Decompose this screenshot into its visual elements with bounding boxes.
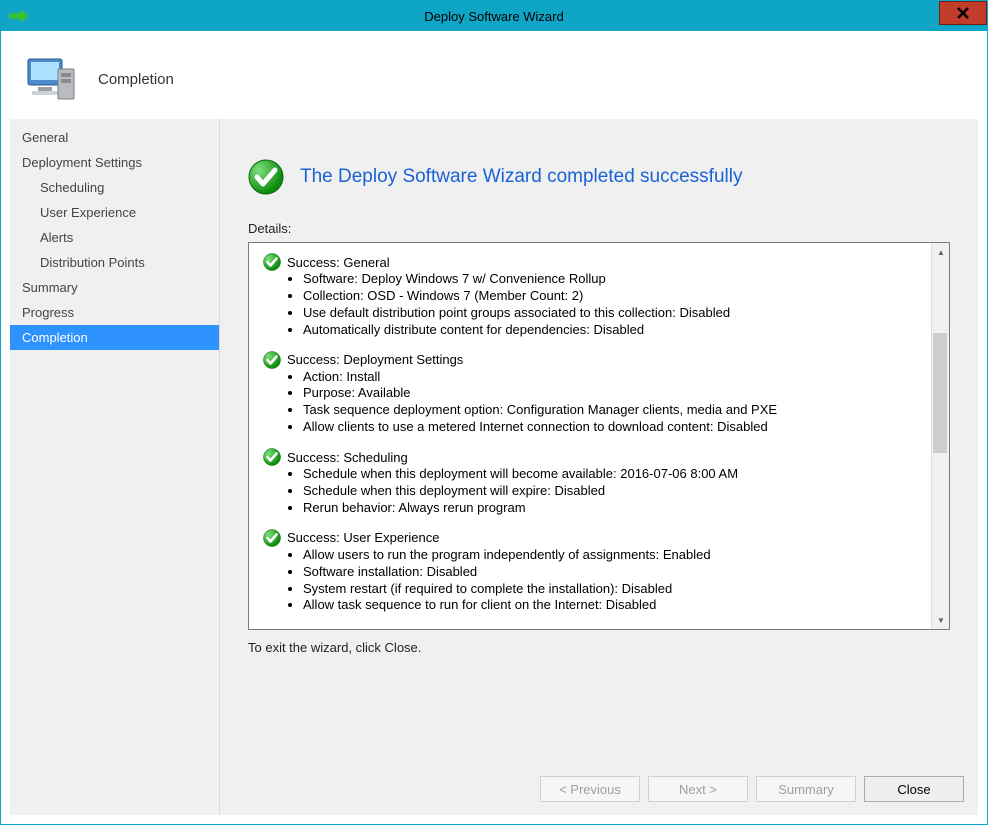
- completion-banner: The Deploy Software Wizard completed suc…: [248, 159, 950, 195]
- sidebar-item-completion[interactable]: Completion: [10, 325, 219, 350]
- wizard-footer: < Previous Next > Summary Close: [220, 763, 978, 815]
- sidebar-item-progress[interactable]: Progress: [10, 300, 219, 325]
- section-bullets: Software: Deploy Windows 7 w/ Convenienc…: [263, 271, 935, 339]
- exit-instruction: To exit the wizard, click Close.: [248, 640, 950, 655]
- window-title: Deploy Software Wizard: [424, 9, 563, 24]
- scrollbar-thumb[interactable]: [933, 333, 947, 453]
- details-section: Success: SchedulingSchedule when this de…: [263, 448, 935, 517]
- section-title: Success: User Experience: [287, 530, 439, 545]
- section-bullets: Allow users to run the program independe…: [263, 547, 935, 615]
- section-bullet: Allow task sequence to run for client on…: [303, 597, 935, 614]
- section-bullet: Software: Deploy Windows 7 w/ Convenienc…: [303, 271, 935, 288]
- wizard-header: Completion: [10, 39, 978, 119]
- titlebar: Deploy Software Wizard: [1, 1, 987, 31]
- section-bullet: System restart (if required to complete …: [303, 581, 935, 598]
- computer-icon: [26, 51, 82, 107]
- details-box: Success: GeneralSoftware: Deploy Windows…: [248, 242, 950, 630]
- section-bullet: Rerun behavior: Always rerun program: [303, 500, 935, 517]
- section-bullet: Software installation: Disabled: [303, 564, 935, 581]
- scrollbar[interactable]: ▲ ▼: [931, 243, 949, 629]
- sidebar-item-user-experience[interactable]: User Experience: [10, 200, 219, 225]
- details-section: Success: Deployment Settings Action: Inst…: [263, 351, 935, 437]
- section-bullet: Schedule when this deployment will expir…: [303, 483, 935, 500]
- section-bullet: Allow clients to use a metered Internet …: [303, 419, 935, 436]
- section-bullet: Allow users to run the program independe…: [303, 547, 935, 564]
- completion-message: The Deploy Software Wizard completed suc…: [300, 166, 742, 188]
- section-bullet: Collection: OSD - Windows 7 (Member Coun…: [303, 288, 935, 305]
- section-bullets: Schedule when this deployment will becom…: [263, 466, 935, 517]
- wizard-main-panel: The Deploy Software Wizard completed suc…: [220, 119, 978, 815]
- sidebar-item-alerts[interactable]: Alerts: [10, 225, 219, 250]
- success-check-icon: [263, 448, 281, 466]
- section-bullet: Schedule when this deployment will becom…: [303, 466, 935, 483]
- window-content: Completion GeneralDeployment SettingsSch…: [2, 31, 986, 823]
- section-title: Success: Scheduling: [287, 450, 408, 465]
- scroll-down-button[interactable]: ▼: [932, 611, 950, 629]
- section-bullet: Purpose: Available: [303, 385, 935, 402]
- close-button[interactable]: Close: [864, 776, 964, 802]
- success-check-icon: [248, 159, 284, 195]
- success-check-icon: [263, 529, 281, 547]
- scroll-up-button[interactable]: ▲: [932, 243, 950, 261]
- back-nav-icon[interactable]: [7, 4, 31, 28]
- wizard-steps-sidebar: GeneralDeployment SettingsSchedulingUser…: [10, 119, 220, 815]
- sidebar-item-deployment-settings[interactable]: Deployment Settings: [10, 150, 219, 175]
- success-check-icon: [263, 351, 281, 369]
- sidebar-item-general[interactable]: General: [10, 125, 219, 150]
- close-window-button[interactable]: [939, 1, 987, 25]
- sidebar-item-distribution-points[interactable]: Distribution Points: [10, 250, 219, 275]
- wizard-window: Deploy Software Wizard Co: [0, 0, 988, 825]
- details-section: Success: User Experience Allow users to r…: [263, 529, 935, 615]
- details-label: Details:: [248, 221, 950, 236]
- section-bullet: Action: Install: [303, 369, 935, 386]
- section-bullets: Action: InstallPurpose: AvailableTask se…: [263, 369, 935, 437]
- sidebar-item-scheduling[interactable]: Scheduling: [10, 175, 219, 200]
- next-button[interactable]: Next >: [648, 776, 748, 802]
- summary-button[interactable]: Summary: [756, 776, 856, 802]
- section-bullet: Task sequence deployment option: Configu…: [303, 402, 935, 419]
- section-bullet: Use default distribution point groups as…: [303, 305, 935, 322]
- section-title: Success: General: [287, 255, 390, 270]
- previous-button[interactable]: < Previous: [540, 776, 640, 802]
- section-title: Success: Deployment Settings: [287, 352, 463, 367]
- sidebar-item-summary[interactable]: Summary: [10, 275, 219, 300]
- section-bullet: Automatically distribute content for dep…: [303, 322, 935, 339]
- success-check-icon: [263, 253, 281, 271]
- details-section: Success: GeneralSoftware: Deploy Windows…: [263, 253, 935, 339]
- details-content: Success: GeneralSoftware: Deploy Windows…: [249, 243, 949, 630]
- page-title: Completion: [98, 71, 174, 88]
